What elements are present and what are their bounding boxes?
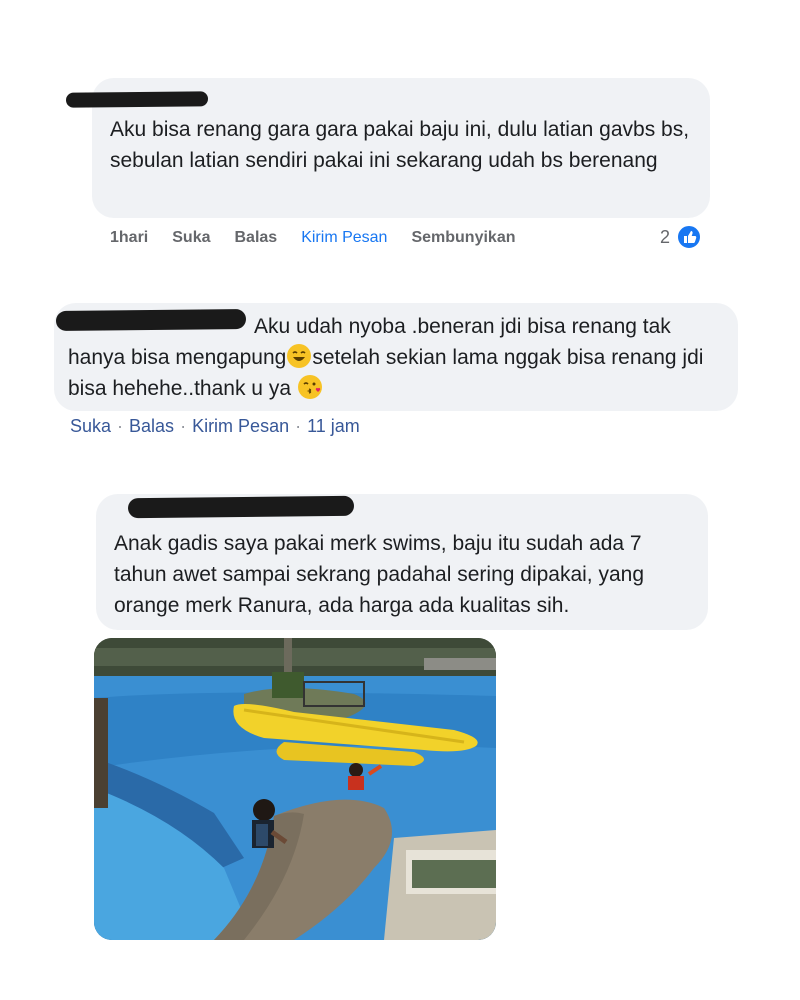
swimming-pool-photo[interactable] bbox=[94, 638, 496, 940]
separator: · bbox=[180, 416, 187, 436]
hide-button-1[interactable]: Sembunyikan bbox=[411, 229, 515, 247]
send-message-button-2[interactable]: Kirim Pesan bbox=[192, 416, 289, 437]
like-button-1[interactable]: Suka bbox=[172, 229, 210, 247]
like-button-2[interactable]: Suka bbox=[70, 416, 111, 437]
comment-time-1[interactable]: 1hari bbox=[110, 229, 148, 247]
send-message-button-1[interactable]: Kirim Pesan bbox=[301, 229, 387, 247]
reaction-count-1[interactable]: 2 bbox=[660, 227, 670, 248]
comment-actions-1: 1hari Suka Balas Kirim Pesan Sembunyikan bbox=[110, 229, 539, 247]
separator: · bbox=[295, 416, 302, 436]
reply-button-2[interactable]: Balas bbox=[129, 416, 174, 437]
redacted-author-name-1 bbox=[65, 91, 209, 108]
comment-actions-2: Suka · Balas · Kirim Pesan · 11 jam bbox=[70, 416, 360, 437]
separator: · bbox=[117, 416, 124, 436]
like-icon[interactable] bbox=[676, 224, 702, 250]
kiss-emoji-icon bbox=[297, 375, 322, 399]
comment-text-1: Aku bisa renang gara gara pakai baju ini… bbox=[110, 118, 690, 172]
reply-button-1[interactable]: Balas bbox=[235, 229, 278, 247]
smile-emoji-icon bbox=[287, 344, 312, 368]
comment-text-3: Anak gadis saya pakai merk swims, baju i… bbox=[114, 532, 645, 617]
redacted-author-name-2 bbox=[55, 309, 247, 331]
redacted-author-name-3 bbox=[127, 495, 355, 519]
comment-time-2[interactable]: 11 jam bbox=[307, 416, 360, 437]
